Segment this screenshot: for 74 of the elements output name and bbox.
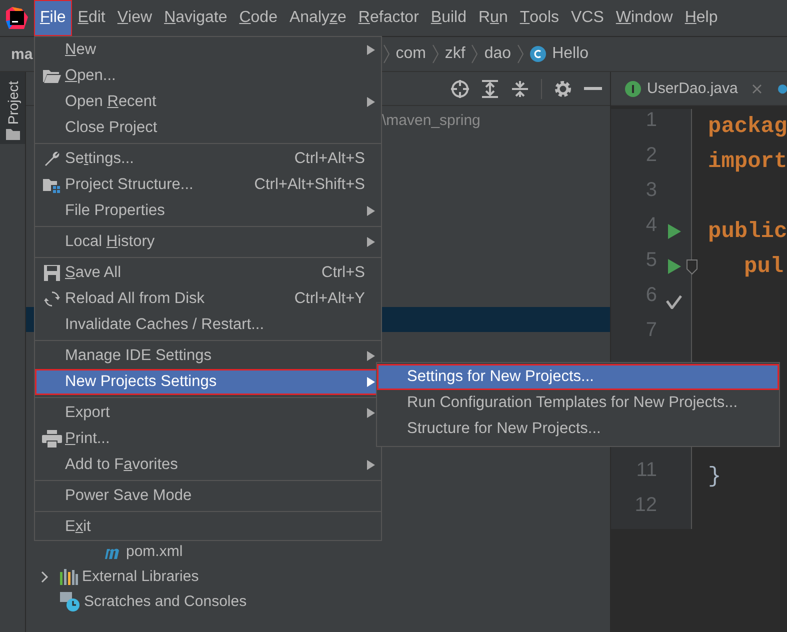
menu-item[interactable]: Exit [35,514,381,540]
wrench-icon [43,150,61,168]
libraries-icon [60,568,78,584]
menu-item[interactable]: Add to Favorites [35,452,381,478]
app-logo-icon[interactable] [6,7,28,29]
settings-icon[interactable] [554,80,572,98]
breadcrumb-item[interactable]: zkf [438,45,472,63]
menu-item[interactable]: Structure for New Projects... [377,416,779,442]
menu-item[interactable]: Open... [35,63,381,89]
check-icon [666,294,682,308]
menu-bar-item[interactable]: Help [678,0,724,36]
save-icon [44,265,60,281]
project-path: \maven_spring [382,112,482,129]
menu-item[interactable]: Power Save Mode [35,483,381,509]
breadcrumb-item[interactable]: com [390,45,432,63]
code-line: } [707,464,722,489]
folder-grid-icon [43,177,61,193]
chevron-icon [517,44,524,64]
menu-item[interactable]: Settings... Ctrl+Alt+S [35,146,381,172]
menu-bar-item[interactable]: Code [233,0,284,36]
menu-item[interactable]: Project Structure... Ctrl+Alt+Shift+S [35,172,381,198]
tree-item[interactable]: External Libraries [82,568,199,585]
folder-icon [43,69,61,83]
menu-bar-item[interactable]: Edit [72,0,112,36]
chevron-icon [382,44,390,64]
menu-item[interactable]: Close Project [35,115,381,141]
reload-icon [44,291,60,307]
menu-item[interactable]: New [35,37,381,63]
fold-marker-icon[interactable] [686,258,698,274]
shortcut-text: Ctrl+Alt+Shift+S [254,176,366,194]
menu-item[interactable]: Save All Ctrl+S [35,260,381,286]
locate-icon[interactable] [451,80,469,98]
expand-all-icon[interactable] [481,80,499,98]
menu-item[interactable]: Local History [35,229,381,255]
menu-bar-item[interactable]: View [111,0,158,36]
collapse-all-icon[interactable] [511,80,529,98]
tree-item[interactable]: pom.xml [126,543,183,560]
code-line: packag [707,114,787,139]
run-icon[interactable] [668,224,680,239]
code-line: import [707,149,787,174]
menu-bar-item[interactable]: Window [610,0,679,36]
minimize-icon[interactable] [584,86,602,90]
project-name[interactable]: ma [11,46,33,62]
code-line: pul [743,254,784,279]
menu-bar-item[interactable]: Refactor [352,0,425,36]
tree-item[interactable]: Scratches and Consoles [84,593,247,610]
class-icon [530,46,546,62]
menu-bar-item[interactable]: Tools [514,0,565,36]
menu-item[interactable]: Reload All from Disk Ctrl+Alt+Y [35,286,381,312]
chevron-icon[interactable] [41,570,49,582]
chevron-icon [432,44,439,64]
menu-item[interactable]: Invalidate Caches / Restart... [35,312,381,338]
menu-bar-item[interactable]: Navigate [158,0,234,36]
chevron-icon [471,44,478,64]
menu-bar-item[interactable]: Build [424,0,472,36]
folder-icon [6,129,20,140]
menu-bar-item[interactable]: Run [472,0,514,36]
run-icon[interactable] [668,259,680,274]
printer-icon [42,430,62,448]
code-line: public [707,219,787,244]
menu-item[interactable]: Settings for New Projects... [377,364,779,390]
menu-bar-item[interactable]: VCS [565,0,610,36]
menu-bar-item[interactable]: File [34,0,72,36]
shortcut-text: Ctrl+Alt+Y [294,290,366,308]
menu-item[interactable]: Open Recent [35,89,381,115]
breadcrumb-item[interactable]: dao [478,45,518,63]
scratches-icon [60,592,80,612]
interface-icon [625,80,641,96]
project-tool-tab[interactable]: Project [0,72,25,144]
breadcrumb-item[interactable]: Hello [524,45,595,63]
shortcut-text: Ctrl+S [322,264,366,282]
shortcut-text: Ctrl+Alt+S [294,150,366,168]
menu-bar-item[interactable]: Analyze [283,0,352,36]
menu-item[interactable]: File Properties [35,198,381,224]
